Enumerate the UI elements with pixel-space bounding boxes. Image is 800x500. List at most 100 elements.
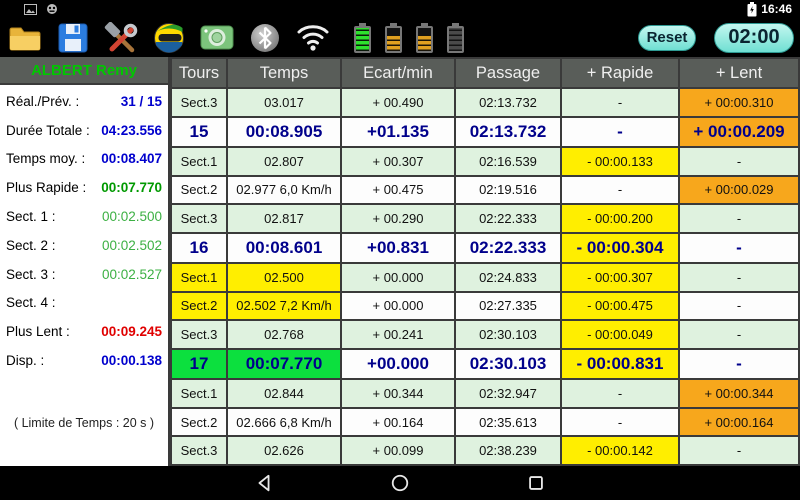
lap-row-cell: - <box>562 118 678 146</box>
sector-row-cell: - <box>680 264 798 291</box>
wifi-button[interactable] <box>296 22 330 54</box>
recents-button[interactable] <box>524 471 548 495</box>
home-button[interactable] <box>388 471 412 495</box>
battery-charging-icon <box>747 2 757 17</box>
sector-row-cell: Sect.3 <box>172 437 226 464</box>
driver-name: ALBERT Remy <box>0 57 168 85</box>
status-bar: 16:46 <box>0 0 800 18</box>
column-header: Ecart/min <box>342 59 454 87</box>
stat-label: Plus Rapide : <box>6 180 86 195</box>
sector-row-cell: 02.626 <box>228 437 340 464</box>
back-icon <box>254 473 274 493</box>
sector-row-cell: - <box>680 437 798 464</box>
stats-sidebar: ALBERT Remy Réal./Prév. :31 / 15Durée To… <box>0 57 170 466</box>
sector-row-cell: Sect.3 <box>172 89 226 116</box>
lap-row-cell: 02:13.732 <box>456 118 560 146</box>
android-navbar <box>0 466 800 500</box>
sector-row-cell: + 00.164 <box>342 409 454 436</box>
sector-row-cell: Sect.1 <box>172 264 226 291</box>
lap-row-cell: 00:07.770 <box>228 350 340 378</box>
column-header: + Lent <box>680 59 798 87</box>
open-folder-icon <box>8 24 42 52</box>
open-file-button[interactable] <box>8 22 42 54</box>
sector-row-cell: - <box>562 409 678 436</box>
sector-row-cell: 02:30.103 <box>456 321 560 348</box>
sector-row-cell: - <box>680 321 798 348</box>
sector-row-cell: Sect.3 <box>172 205 226 232</box>
time-limit-note: ( Limite de Temps : 20 s ) <box>0 416 168 430</box>
sector-row-cell: 02:35.613 <box>456 409 560 436</box>
settings-button[interactable] <box>104 22 138 54</box>
column-header: Passage <box>456 59 560 87</box>
sector-row-cell: + 00:00.310 <box>680 89 798 116</box>
sector-row-cell: Sect.3 <box>172 321 226 348</box>
sector-row-cell: + 00:00.164 <box>680 409 798 436</box>
stat-value: 00:09.245 <box>101 324 162 339</box>
sector-row-cell: + 00.000 <box>342 264 454 291</box>
stats-list: Réal./Prév. :31 / 15Durée Totale :04:23.… <box>0 87 168 375</box>
stat-label: Durée Totale : <box>6 123 90 138</box>
photo-button[interactable] <box>200 22 234 54</box>
stat-label: Temps moy. : <box>6 151 85 166</box>
sector-row-cell: - 00:00.200 <box>562 205 678 232</box>
battery-partial-icon <box>416 26 433 53</box>
status-clock: 16:46 <box>761 2 792 16</box>
save-button[interactable] <box>56 22 90 54</box>
lap-row-cell: + 00:00.209 <box>680 118 798 146</box>
sector-row-cell: + 00.000 <box>342 293 454 320</box>
sector-row-cell: Sect.1 <box>172 380 226 407</box>
sector-row-cell: Sect.2 <box>172 409 226 436</box>
sector-row-cell: Sect.1 <box>172 148 226 175</box>
stat-label: Sect. 1 : <box>6 209 56 224</box>
sector-row-cell: 02:27.335 <box>456 293 560 320</box>
stat-row: Sect. 2 :00:02.502 <box>0 231 168 260</box>
stat-row: Sect. 3 : 00:02.527 <box>0 260 168 289</box>
sector-row-cell: 02:38.239 <box>456 437 560 464</box>
sector-row-cell: 02:19.516 <box>456 177 560 204</box>
stat-label: Disp. : <box>6 353 44 368</box>
sector-row-cell: - <box>562 177 678 204</box>
sector-row-cell: 02.768 <box>228 321 340 348</box>
lap-row-cell: 00:08.601 <box>228 234 340 262</box>
sector-row-cell: 02:16.539 <box>456 148 560 175</box>
lap-row-cell: 16 <box>172 234 226 262</box>
lap-row-cell: 00:08.905 <box>228 118 340 146</box>
driver-profile-button[interactable] <box>152 22 186 54</box>
sector-row-cell: 02:32.947 <box>456 380 560 407</box>
main-content: ALBERT Remy Réal./Prév. :31 / 15Durée To… <box>0 57 800 466</box>
reset-button[interactable]: Reset <box>638 25 696 51</box>
back-button[interactable] <box>252 471 276 495</box>
sector-row-cell: 02.817 <box>228 205 340 232</box>
sector-row-cell: - <box>680 148 798 175</box>
stat-label: Sect. 3 : <box>6 267 56 282</box>
stat-label: Réal./Prév. : <box>6 94 79 109</box>
stat-value: 00:00.138 <box>101 353 162 368</box>
lap-row-cell: +01.135 <box>342 118 454 146</box>
stat-row: Temps moy. : 00:08.407 <box>0 145 168 174</box>
bluetooth-button[interactable] <box>248 22 282 54</box>
sector-row-cell: 02.844 <box>228 380 340 407</box>
sector-row-cell: + 00.307 <box>342 148 454 175</box>
sector-row-cell: - 00:00.049 <box>562 321 678 348</box>
lap-row-cell: - 00:00.304 <box>562 234 678 262</box>
lap-row-cell: 02:30.103 <box>456 350 560 378</box>
sector-row-cell: + 00.099 <box>342 437 454 464</box>
countdown-timer-button[interactable]: 02:00 <box>714 23 794 53</box>
lap-row-cell: - <box>680 234 798 262</box>
stat-value: 00:08.407 <box>101 151 162 166</box>
sector-row-cell: Sect.2 <box>172 177 226 204</box>
sector-row-cell: - 00:00.133 <box>562 148 678 175</box>
screenshot-icon <box>24 4 37 15</box>
laps-table[interactable]: ToursTempsEcart/minPassage+ Rapide+ Lent… <box>170 57 800 466</box>
stat-value: 00:02.502 <box>102 238 162 253</box>
stat-row: Réal./Prév. :31 / 15 <box>0 87 168 116</box>
camera-icon <box>200 24 234 51</box>
sector-row-cell: - <box>680 205 798 232</box>
stat-value: 00:02.527 <box>102 267 162 282</box>
sector-row-cell: - 00:00.307 <box>562 264 678 291</box>
battery-indicators <box>354 22 464 53</box>
tools-icon <box>104 22 138 54</box>
stat-row: Durée Totale :04:23.556 <box>0 116 168 145</box>
sector-row-cell: + 00.290 <box>342 205 454 232</box>
stat-row: Plus Lent :00:09.245 <box>0 317 168 346</box>
